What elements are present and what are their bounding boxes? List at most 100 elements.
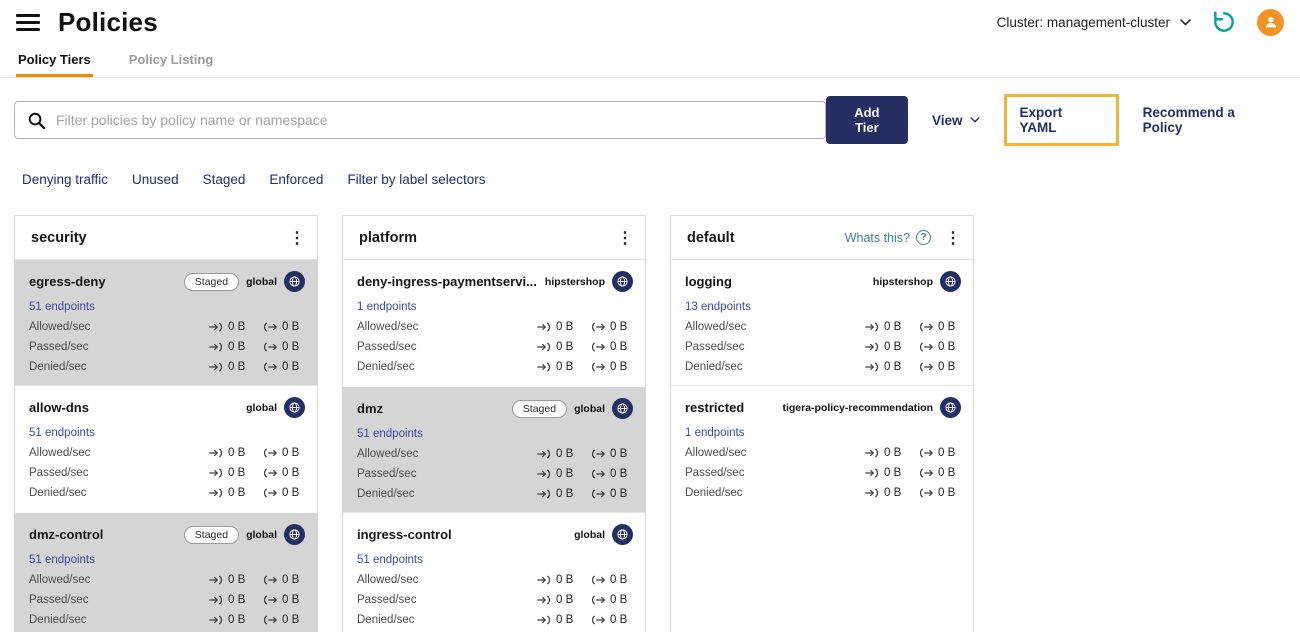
policy-scope: global (246, 275, 277, 288)
stat-label: Allowed/sec (29, 321, 91, 333)
ingress-value: 0 B (556, 321, 574, 333)
endpoints-link[interactable]: 1 endpoints (685, 427, 961, 439)
ingress-value: 0 B (884, 447, 902, 459)
search-input[interactable] (56, 112, 813, 128)
stat-values: 0 B 0 B (865, 361, 961, 373)
endpoints-link[interactable]: 13 endpoints (685, 301, 961, 313)
filter-enforced[interactable]: Enforced (269, 172, 323, 187)
stat-values: 0 B 0 B (865, 321, 961, 333)
endpoints-link[interactable]: 51 endpoints (29, 427, 305, 439)
egress-icon (263, 322, 277, 332)
policy-card[interactable]: dmz-control Staged global 51 endpoints Allow… (15, 511, 317, 632)
tier-name: platform (359, 229, 417, 246)
stat-label: Denied/sec (29, 361, 87, 373)
stat-row: Denied/sec 0 B 0 B (29, 487, 305, 499)
egress-icon (919, 322, 933, 332)
endpoints-link[interactable]: 51 endpoints (29, 301, 305, 313)
egress-stat: 0 B (591, 574, 633, 586)
stat-row: Denied/sec 0 B 0 B (357, 488, 633, 500)
stat-row: Denied/sec 0 B 0 B (357, 614, 633, 626)
tier-menu-icon[interactable]: ⋮ (617, 228, 633, 248)
hamburger-menu-icon[interactable] (16, 13, 40, 31)
stat-row: Allowed/sec 0 B 0 B (29, 574, 305, 586)
globe-badge-icon (612, 271, 633, 292)
stat-row: Denied/sec 0 B 0 B (685, 361, 961, 373)
avatar[interactable] (1257, 8, 1284, 36)
tier-name: default (687, 229, 735, 246)
egress-value: 0 B (282, 614, 300, 626)
filter-label-selectors[interactable]: Filter by label selectors (347, 172, 485, 187)
stat-row: Passed/sec 0 B 0 B (357, 341, 633, 353)
ingress-icon (537, 322, 551, 332)
ingress-stat: 0 B (537, 341, 579, 353)
recommend-policy-button[interactable]: Recommend a Policy (1143, 105, 1278, 135)
policy-card[interactable]: deny-ingress-paymentservi... hipstershop 1… (343, 260, 645, 385)
search-icon (27, 111, 46, 130)
ingress-icon (537, 575, 551, 585)
ingress-stat: 0 B (537, 488, 579, 500)
egress-stat: 0 B (919, 447, 961, 459)
policy-card[interactable]: dmz Staged global 51 endpoints Allowed/sec 0 … (343, 385, 645, 512)
egress-icon (591, 362, 605, 372)
tier-menu-icon[interactable]: ⋮ (945, 228, 961, 248)
policy-card-top: allow-dns global (29, 396, 305, 419)
egress-stat: 0 B (591, 468, 633, 480)
whats-this-link[interactable]: Whats this?? (845, 230, 931, 245)
cluster-selector[interactable]: Cluster: management-cluster (997, 15, 1191, 30)
tab-policy-tiers[interactable]: Policy Tiers (16, 44, 93, 77)
tier-menu-icon[interactable]: ⋮ (289, 228, 305, 248)
add-tier-button[interactable]: Add Tier (825, 96, 908, 144)
search-box[interactable] (14, 101, 826, 139)
egress-value: 0 B (282, 594, 300, 606)
stat-values: 0 B 0 B (865, 467, 961, 479)
ingress-value: 0 B (556, 574, 574, 586)
history-icon[interactable] (1211, 9, 1237, 35)
globe-badge-icon (612, 524, 633, 545)
stat-label: Passed/sec (685, 341, 745, 353)
endpoints-link[interactable]: 51 endpoints (29, 554, 305, 566)
filter-unused[interactable]: Unused (132, 172, 179, 187)
toolbar-actions: Add Tier View Export YAML Recommend a Po… (825, 94, 1278, 146)
policy-card[interactable]: egress-deny Staged global 51 endpoints Allow… (15, 260, 317, 385)
ingress-icon (537, 489, 551, 499)
egress-value: 0 B (610, 594, 628, 606)
egress-icon (919, 468, 933, 478)
stat-row: Passed/sec 0 B 0 B (29, 341, 305, 353)
ingress-icon (537, 469, 551, 479)
endpoints-link[interactable]: 1 endpoints (357, 301, 633, 313)
tab-policy-listing[interactable]: Policy Listing (127, 44, 216, 77)
ingress-value: 0 B (228, 341, 246, 353)
ingress-icon (209, 342, 223, 352)
egress-value: 0 B (938, 321, 956, 333)
filter-denying-traffic[interactable]: Denying traffic (22, 172, 108, 187)
stat-values: 0 B 0 B (209, 341, 305, 353)
policy-card[interactable]: allow-dns global 51 endpoints Allowed/sec 0 … (15, 385, 317, 511)
stat-row: Denied/sec 0 B 0 B (29, 614, 305, 626)
stat-row: Passed/sec 0 B 0 B (357, 594, 633, 606)
view-dropdown[interactable]: View (932, 113, 980, 128)
ingress-icon (209, 615, 223, 625)
globe-badge-icon (940, 397, 961, 418)
policy-card[interactable]: restricted tigera-policy-recommendation 1 … (671, 385, 973, 511)
filter-staged[interactable]: Staged (203, 172, 246, 187)
egress-value: 0 B (938, 361, 956, 373)
ingress-icon (537, 615, 551, 625)
stat-label: Allowed/sec (685, 321, 747, 333)
egress-stat: 0 B (919, 341, 961, 353)
ingress-value: 0 B (556, 488, 574, 500)
stat-values: 0 B 0 B (209, 467, 305, 479)
policy-card[interactable]: ingress-control global 51 endpoints Allowed… (343, 512, 645, 632)
stat-label: Denied/sec (357, 361, 415, 373)
policy-card-top: dmz Staged global (357, 397, 633, 420)
egress-stat: 0 B (591, 594, 633, 606)
policy-name: logging (685, 274, 732, 289)
egress-icon (591, 322, 605, 332)
policy-card[interactable]: logging hipstershop 13 endpoints Allowed/se… (671, 260, 973, 385)
endpoints-link[interactable]: 51 endpoints (357, 554, 633, 566)
export-yaml-button[interactable]: Export YAML (1003, 94, 1119, 146)
stat-row: Allowed/sec 0 B 0 B (685, 447, 961, 459)
egress-icon (263, 488, 277, 498)
endpoints-link[interactable]: 51 endpoints (357, 428, 633, 440)
policy-name: deny-ingress-paymentservi... (357, 274, 537, 289)
policy-name: egress-deny (29, 274, 106, 289)
